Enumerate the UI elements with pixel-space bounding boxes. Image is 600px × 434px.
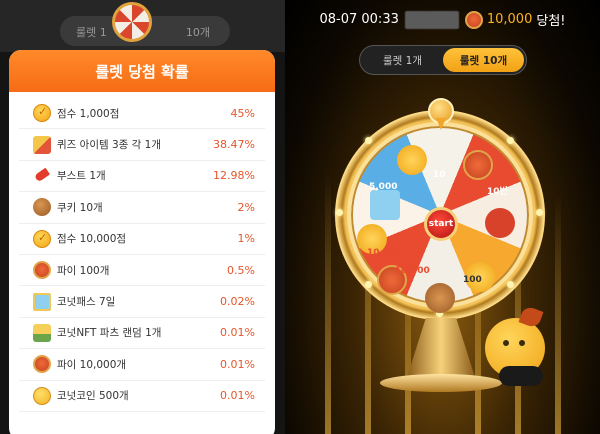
prize-percent: 45% xyxy=(230,106,255,120)
rim-light xyxy=(507,137,514,144)
prize-label: 파이 100개 xyxy=(57,264,110,277)
winner-amount: 10,000 xyxy=(486,12,533,27)
winner-time: 08-07 00:33 xyxy=(319,12,399,27)
prize-label: 부스트 1개 xyxy=(57,170,106,183)
leaf-icon xyxy=(518,305,544,329)
segment-label: 100 xyxy=(463,275,482,285)
rocket-boost-icon xyxy=(33,166,51,185)
modal-header: 룰렛 당첨 확률 xyxy=(9,50,275,92)
modal-title: 룰렛 당첨 확률 xyxy=(95,62,189,81)
probability-screen: 룰렛 1 10개 룰렛 당첨 확률 점수 1,000점 45% 퀴즈 아이템 3… xyxy=(0,0,285,434)
mascot-eye xyxy=(519,340,525,346)
prize-label: 점수 10,000점 xyxy=(57,233,127,246)
quiz-items-icon xyxy=(33,135,51,154)
start-button[interactable]: start xyxy=(424,207,458,241)
wheel-pointer xyxy=(428,98,454,132)
prize-percent: 0.02% xyxy=(220,295,255,309)
rim-light xyxy=(507,281,514,288)
prize-label: 퀴즈 아이템 3종 각 1개 xyxy=(57,139,161,152)
pass-icon xyxy=(33,292,51,311)
segment-label: 10 xyxy=(433,170,446,180)
rim-light xyxy=(336,209,343,216)
tab-spin-1[interactable]: 룰렛 1개 xyxy=(362,48,443,72)
pie-icon xyxy=(33,355,51,374)
wheel-base xyxy=(380,374,502,392)
prize-label: 점수 1,000점 xyxy=(57,107,120,120)
coin-icon xyxy=(397,145,427,175)
list-item: 퀴즈 아이템 3종 각 1개 38.47% xyxy=(19,129,265,161)
pass-icon xyxy=(370,190,400,220)
winner-suffix: 당첨! xyxy=(536,14,566,29)
prize-label: 쿠키 10개 xyxy=(57,201,103,214)
mini-wheel-icon xyxy=(112,2,152,42)
prize-label: 파이 10,000개 xyxy=(57,358,127,371)
prize-label: 코넛NFT 파츠 랜덤 1개 xyxy=(57,327,162,340)
segment-label: 10번 xyxy=(487,187,508,197)
prize-percent: 0.5% xyxy=(227,263,255,277)
rim-light xyxy=(536,209,543,216)
prize-percent: 0.01% xyxy=(220,326,255,340)
list-item: 파이 10,000개 0.01% xyxy=(19,349,265,381)
list-item: 코넛패스 7일 0.02% xyxy=(19,286,265,318)
probability-list: 점수 1,000점 45% 퀴즈 아이템 3종 각 1개 38.47% 부스트 … xyxy=(9,92,275,412)
prize-percent: 38.47% xyxy=(213,138,255,152)
probability-modal: 룰렛 당첨 확률 점수 1,000점 45% 퀴즈 아이템 3종 각 1개 38… xyxy=(9,50,275,434)
mascot-body xyxy=(499,366,543,386)
wheel-stand xyxy=(406,318,476,378)
conut-coin-icon xyxy=(33,386,51,405)
pie-icon xyxy=(463,150,493,180)
pointer-tail xyxy=(436,118,446,130)
mascot-eye xyxy=(503,340,509,346)
winner-banner: 08-07 00:33 10,000 당첨! xyxy=(285,10,600,29)
dimmed-tab-ten: 10개 xyxy=(185,26,210,39)
cookie-icon xyxy=(33,198,51,217)
prize-label: 코넛패스 7일 xyxy=(57,296,116,309)
boost-icon xyxy=(485,208,515,238)
prize-percent: 2% xyxy=(237,200,255,214)
list-item: 쿠키 10개 2% xyxy=(19,192,265,224)
list-item: 부스트 1개 12.98% xyxy=(19,161,265,193)
rim-light xyxy=(365,281,372,288)
light-ray xyxy=(325,174,331,434)
screen: 룰렛 1 10개 룰렛 당첨 확률 점수 1,000점 45% 퀴즈 아이템 3… xyxy=(0,0,600,434)
segment-label: 10,000 xyxy=(395,266,430,276)
tab-spin-10[interactable]: 룰렛 10개 xyxy=(443,48,524,72)
coin-check-icon xyxy=(33,229,51,248)
spin-count-tabs: 룰렛 1개 룰렛 10개 xyxy=(359,45,527,75)
cookie-icon xyxy=(425,283,455,313)
list-item: 코넛코인 500개 0.01% xyxy=(19,381,265,412)
list-item: 코넛NFT 파츠 랜덤 1개 0.01% xyxy=(19,318,265,350)
coin-check-icon xyxy=(33,104,51,123)
rim-light xyxy=(365,137,372,144)
dimmed-tab-single: 룰렛 1 xyxy=(76,26,107,39)
light-ray xyxy=(555,194,561,434)
segment-label: 5,000 xyxy=(369,182,398,192)
pie-icon xyxy=(33,261,51,280)
prize-percent: 12.98% xyxy=(213,169,255,183)
prize-label: 코넛코인 500개 xyxy=(57,390,129,403)
prize-percent: 1% xyxy=(237,232,255,246)
segment-label: 10,000 xyxy=(367,248,402,258)
list-item: 점수 1,000점 45% xyxy=(19,98,265,130)
mascot-character xyxy=(485,305,545,386)
list-item: 파이 100개 0.5% xyxy=(19,255,265,287)
list-item: 점수 10,000점 1% xyxy=(19,224,265,255)
prize-percent: 0.01% xyxy=(220,357,255,371)
roulette-screen: 08-07 00:33 10,000 당첨! 룰렛 1개 룰렛 10개 10 1… xyxy=(285,0,600,434)
nft-parts-icon xyxy=(33,323,51,342)
prize-percent: 0.01% xyxy=(220,389,255,403)
blurred-username xyxy=(404,10,459,29)
pie-icon xyxy=(464,10,483,29)
